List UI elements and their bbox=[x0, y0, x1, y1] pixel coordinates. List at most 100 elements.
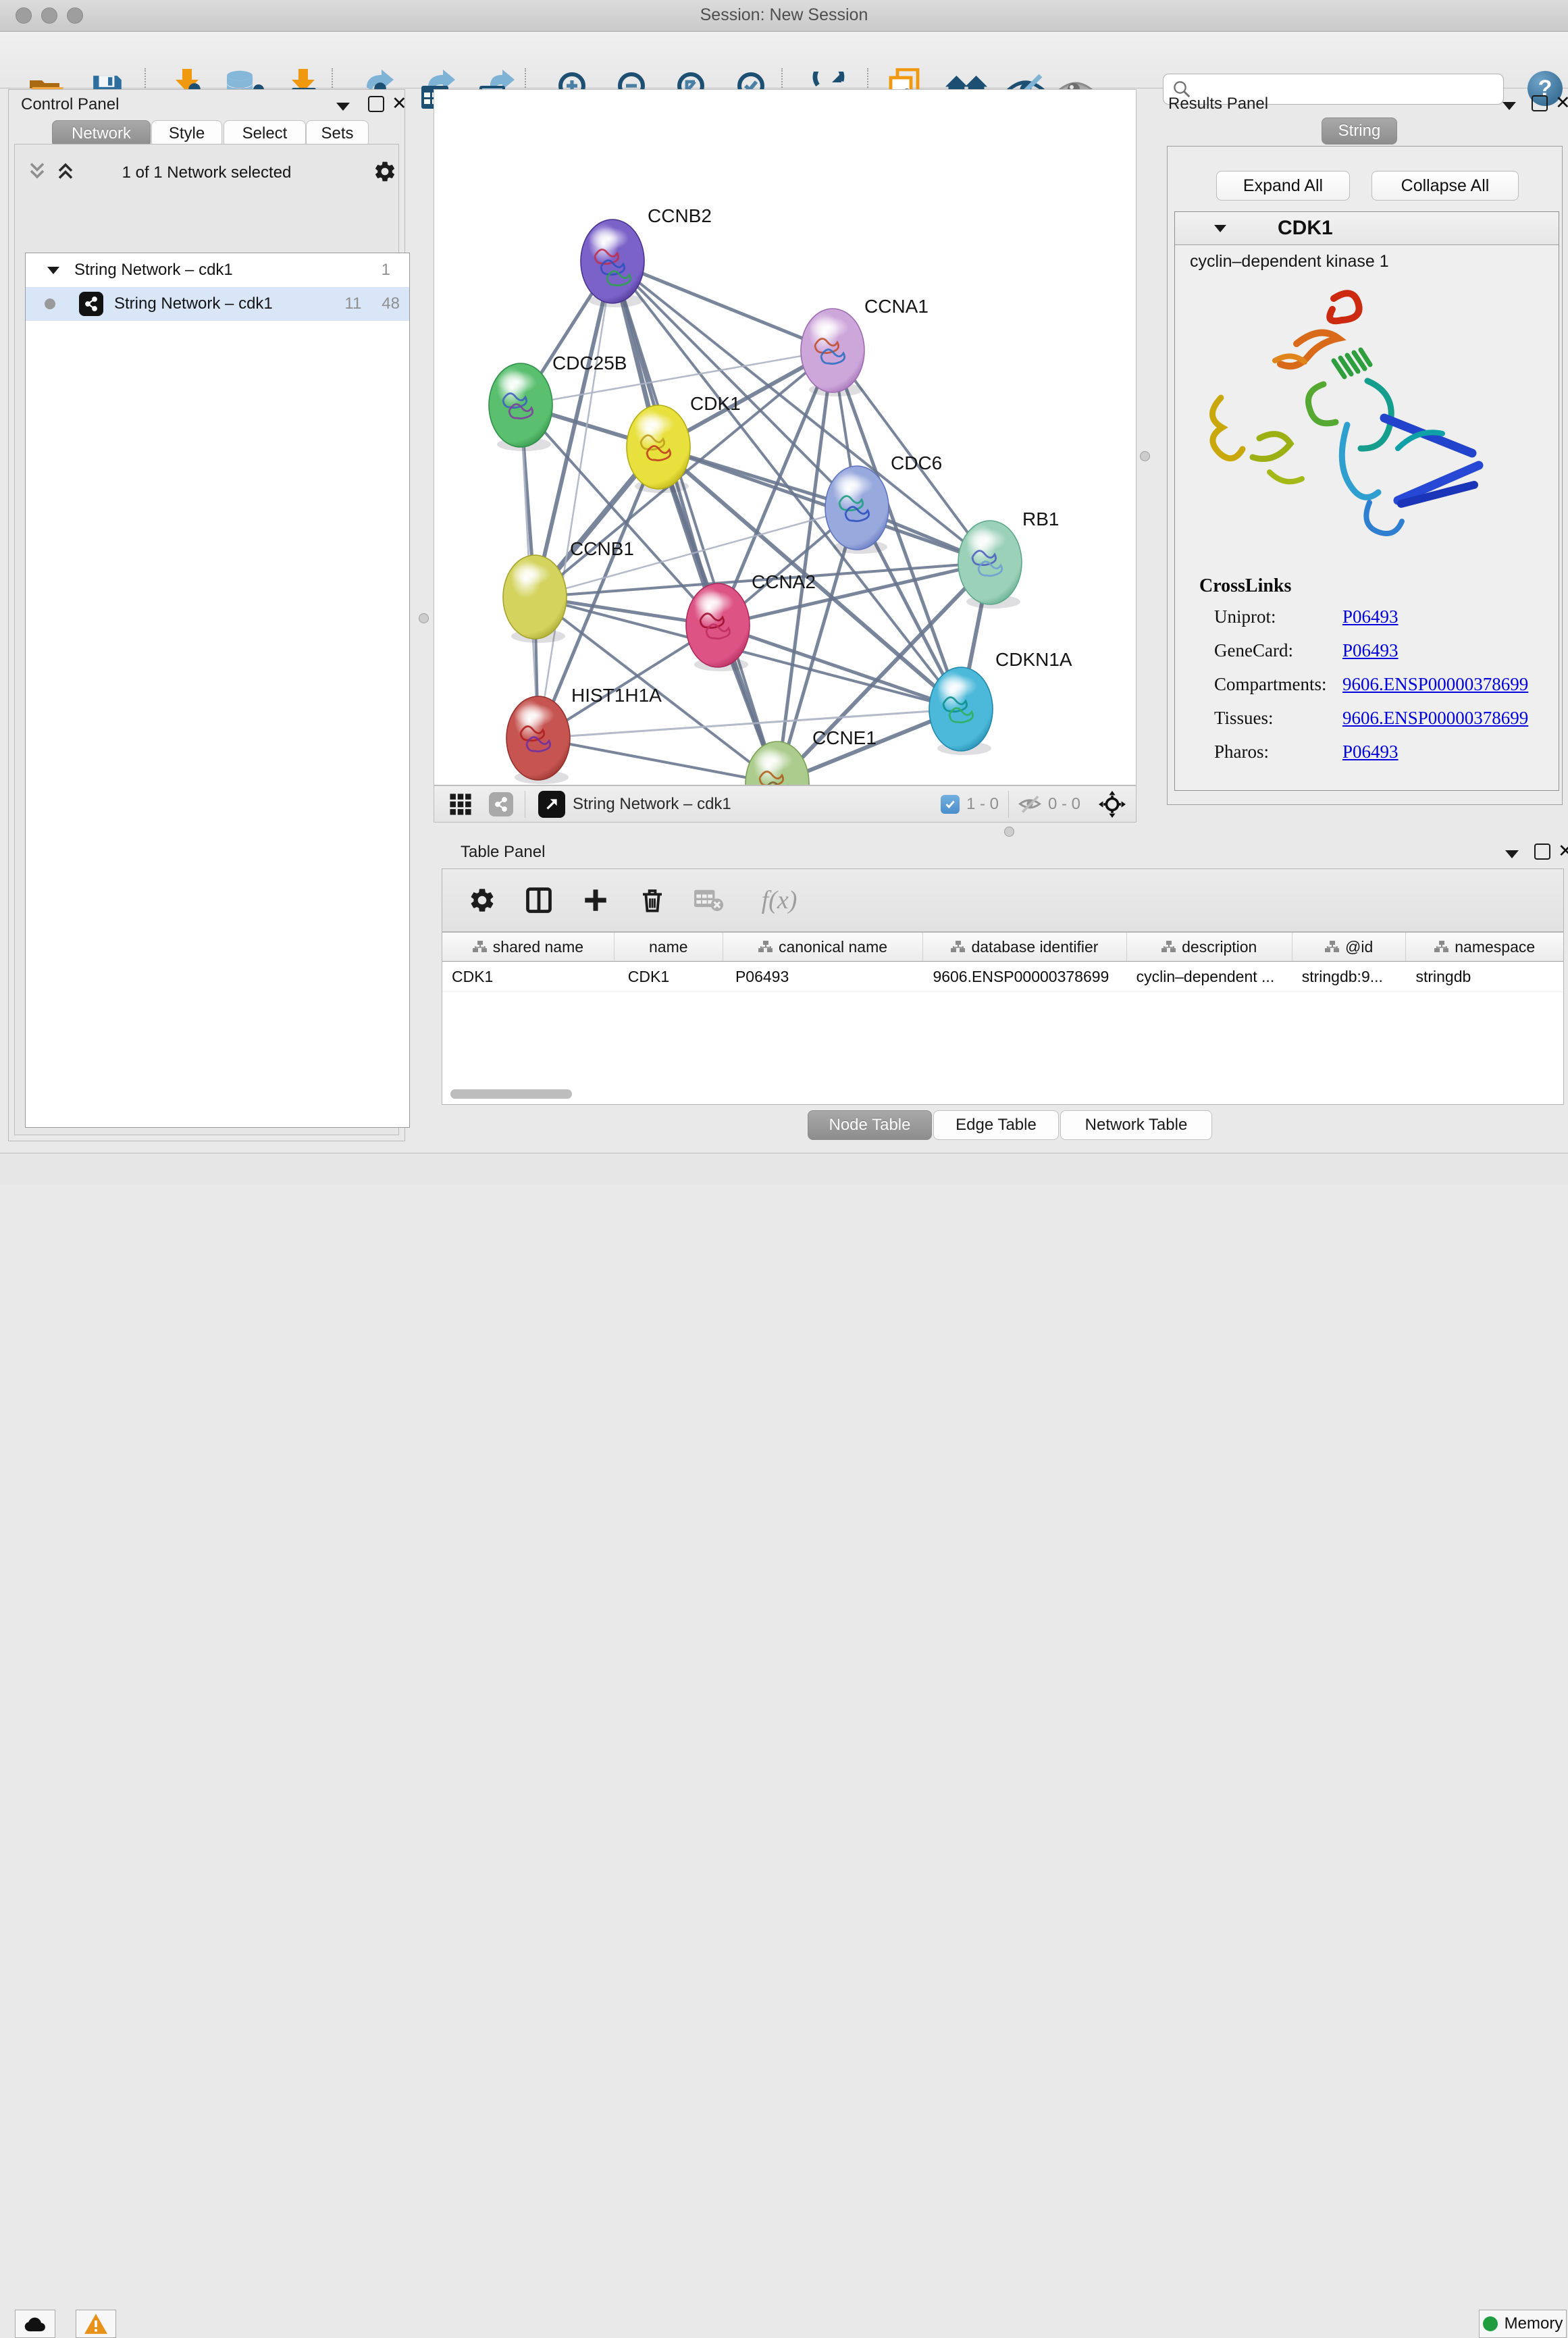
tab-network-table[interactable]: Network Table bbox=[1060, 1110, 1212, 1140]
collection-expand-icon[interactable] bbox=[47, 267, 59, 274]
column-header-database-identifier[interactable]: database identifier bbox=[923, 933, 1126, 961]
warnings-button[interactable] bbox=[76, 2310, 116, 2338]
crosslink-row: GeneCard: P06493 bbox=[1175, 633, 1559, 667]
network-edge-HIST1H1A-CCNE1[interactable] bbox=[538, 738, 777, 783]
grid-view-button[interactable] bbox=[446, 790, 475, 819]
column-header-name[interactable]: name bbox=[615, 933, 723, 961]
protein-structure-image bbox=[1195, 280, 1513, 563]
control-panel: Control Panel ✕ Network Style Select Set… bbox=[8, 89, 405, 1141]
cell-name: CDK1 bbox=[615, 962, 723, 991]
column-header-shared-name[interactable]: shared name bbox=[442, 933, 615, 961]
expand-all-button[interactable]: Expand All bbox=[1216, 171, 1350, 201]
table-panel-close-button[interactable]: ✕ bbox=[1558, 844, 1568, 858]
control-panel-close-button[interactable]: ✕ bbox=[392, 97, 407, 110]
cytoscape-window: { "window": {"title": "Session: New Sess… bbox=[0, 0, 1568, 1185]
tab-edge-table[interactable]: Edge Table bbox=[933, 1110, 1059, 1140]
tab-node-table[interactable]: Node Table bbox=[808, 1110, 932, 1140]
network-collection-row[interactable]: String Network – cdk1 1 bbox=[26, 253, 409, 287]
table-panel-float-button[interactable] bbox=[1534, 843, 1550, 860]
horizontal-splitter-handle[interactable] bbox=[1004, 827, 1014, 837]
network-node-CCNA1[interactable]: CCNA1 bbox=[801, 296, 929, 396]
crosslink-pharos-link[interactable]: P06493 bbox=[1342, 742, 1399, 762]
results-panel-title: Results Panel bbox=[1168, 95, 1268, 113]
table-row[interactable]: CDK1 CDK1 P06493 9606.ENSP00000378699 cy… bbox=[442, 962, 1563, 992]
horizontal-scrollbar[interactable] bbox=[450, 1089, 572, 1099]
network-selection-summary: 1 of 1 Network selected bbox=[15, 163, 398, 182]
network-canvas[interactable]: CCNB2CCNA1CDC25BCDK1CDC6RB1CCNB1CCNA2CDK… bbox=[434, 89, 1136, 785]
add-row-button[interactable] bbox=[579, 883, 612, 917]
network-node-CCNE1[interactable]: CCNE1 bbox=[746, 727, 877, 785]
control-panel-title: Control Panel bbox=[21, 95, 119, 114]
birds-eye-view-button[interactable] bbox=[538, 790, 566, 819]
network-node-CCNA2[interactable]: CCNA2 bbox=[686, 571, 816, 671]
tab-sets[interactable]: Sets bbox=[306, 120, 369, 147]
network-status-dot bbox=[45, 298, 55, 309]
crosslink-compartments-link[interactable]: 9606.ENSP00000378699 bbox=[1342, 674, 1528, 695]
crosslinks-title: CrossLinks bbox=[1199, 575, 1559, 597]
table-panel-title: Table Panel bbox=[461, 843, 545, 862]
delete-column-button[interactable] bbox=[635, 883, 669, 917]
navigator-icon bbox=[538, 791, 565, 818]
memory-button[interactable]: Memory bbox=[1479, 2310, 1567, 2338]
plus-icon bbox=[581, 886, 610, 914]
tab-string[interactable]: String bbox=[1322, 118, 1397, 145]
cloud-icon bbox=[23, 2315, 47, 2333]
results-panel-float-button[interactable] bbox=[1532, 95, 1548, 111]
function-builder-button[interactable]: f(x) bbox=[749, 883, 810, 917]
share-view-icon bbox=[489, 792, 513, 816]
protein-description: cyclin–dependent kinase 1 bbox=[1175, 245, 1559, 274]
delete-table-button[interactable] bbox=[692, 883, 726, 917]
column-network-icon bbox=[473, 941, 488, 953]
tab-network[interactable]: Network bbox=[52, 120, 151, 147]
collapse-section-icon[interactable] bbox=[1214, 225, 1226, 232]
crosslink-genecard-link[interactable]: P06493 bbox=[1342, 640, 1399, 661]
network-row-selected[interactable]: String Network – cdk1 11 48 bbox=[26, 287, 409, 321]
table-settings-button[interactable] bbox=[465, 883, 499, 917]
crosslink-uniprot-link[interactable]: P06493 bbox=[1342, 606, 1399, 627]
network-options-button[interactable] bbox=[373, 159, 397, 187]
tab-select[interactable]: Select bbox=[224, 120, 306, 147]
column-header-canonical-name[interactable]: canonical name bbox=[723, 933, 924, 961]
column-header-namespace[interactable]: namespace bbox=[1406, 933, 1563, 961]
right-splitter-handle[interactable] bbox=[1140, 451, 1150, 461]
network-node-CDC25B[interactable]: CDC25B bbox=[489, 353, 627, 451]
tab-style[interactable]: Style bbox=[151, 120, 222, 147]
crosslink-row: Pharos: P06493 bbox=[1175, 735, 1559, 769]
network-edge-CCNB2-HIST1H1A[interactable] bbox=[538, 261, 612, 738]
memory-status-dot bbox=[1483, 2316, 1498, 2331]
protein-header[interactable]: CDK1 bbox=[1175, 212, 1559, 245]
warning-icon bbox=[84, 2314, 107, 2334]
add-column-button[interactable] bbox=[522, 883, 556, 917]
column-header-id[interactable]: @id bbox=[1292, 933, 1407, 961]
network-view-mode-button[interactable] bbox=[487, 790, 515, 819]
cloud-status-button[interactable] bbox=[15, 2310, 55, 2338]
control-panel-menu-button[interactable] bbox=[336, 102, 350, 114]
network-graph[interactable]: CCNB2CCNA1CDC25BCDK1CDC6RB1CCNB1CCNA2CDK… bbox=[434, 90, 1136, 785]
crosslink-tissues-link[interactable]: 9606.ENSP00000378699 bbox=[1342, 708, 1528, 729]
fit-selected-button[interactable] bbox=[1098, 790, 1126, 819]
current-network-name: String Network – cdk1 bbox=[573, 795, 731, 814]
network-tree: String Network – cdk1 1 String Network –… bbox=[25, 253, 410, 1128]
network-node-CDKN1A[interactable]: CDKN1A bbox=[929, 649, 1072, 755]
column-network-icon bbox=[951, 941, 966, 953]
network-node-CDK1[interactable]: CDK1 bbox=[627, 393, 741, 493]
crosslink-label: Compartments: bbox=[1214, 674, 1342, 695]
crosslink-row: Compartments: 9606.ENSP00000378699 bbox=[1175, 667, 1559, 701]
left-splitter-handle[interactable] bbox=[419, 613, 429, 623]
control-panel-float-button[interactable] bbox=[368, 96, 384, 112]
network-node-label-RB1: RB1 bbox=[1022, 509, 1059, 529]
results-panel-menu-button[interactable] bbox=[1502, 101, 1516, 113]
crosslink-label: Tissues: bbox=[1214, 708, 1342, 729]
collection-label: String Network – cdk1 bbox=[74, 261, 233, 280]
network-node-label-CDC25B: CDC25B bbox=[552, 353, 627, 373]
selected-node-edge-counts: 1 - 0 bbox=[966, 795, 999, 814]
crosslink-label: GeneCard: bbox=[1214, 640, 1342, 661]
selected-checkbox-icon[interactable] bbox=[941, 795, 960, 814]
network-node-RB1[interactable]: RB1 bbox=[958, 509, 1059, 608]
results-panel-close-button[interactable]: ✕ bbox=[1555, 96, 1568, 109]
cell-canonical-name: P06493 bbox=[723, 962, 923, 991]
table-panel: Table Panel ✕ bbox=[442, 839, 1564, 1148]
collapse-all-button[interactable]: Collapse All bbox=[1371, 171, 1519, 201]
column-header-description[interactable]: description bbox=[1127, 933, 1292, 961]
table-panel-menu-button[interactable] bbox=[1505, 850, 1519, 862]
